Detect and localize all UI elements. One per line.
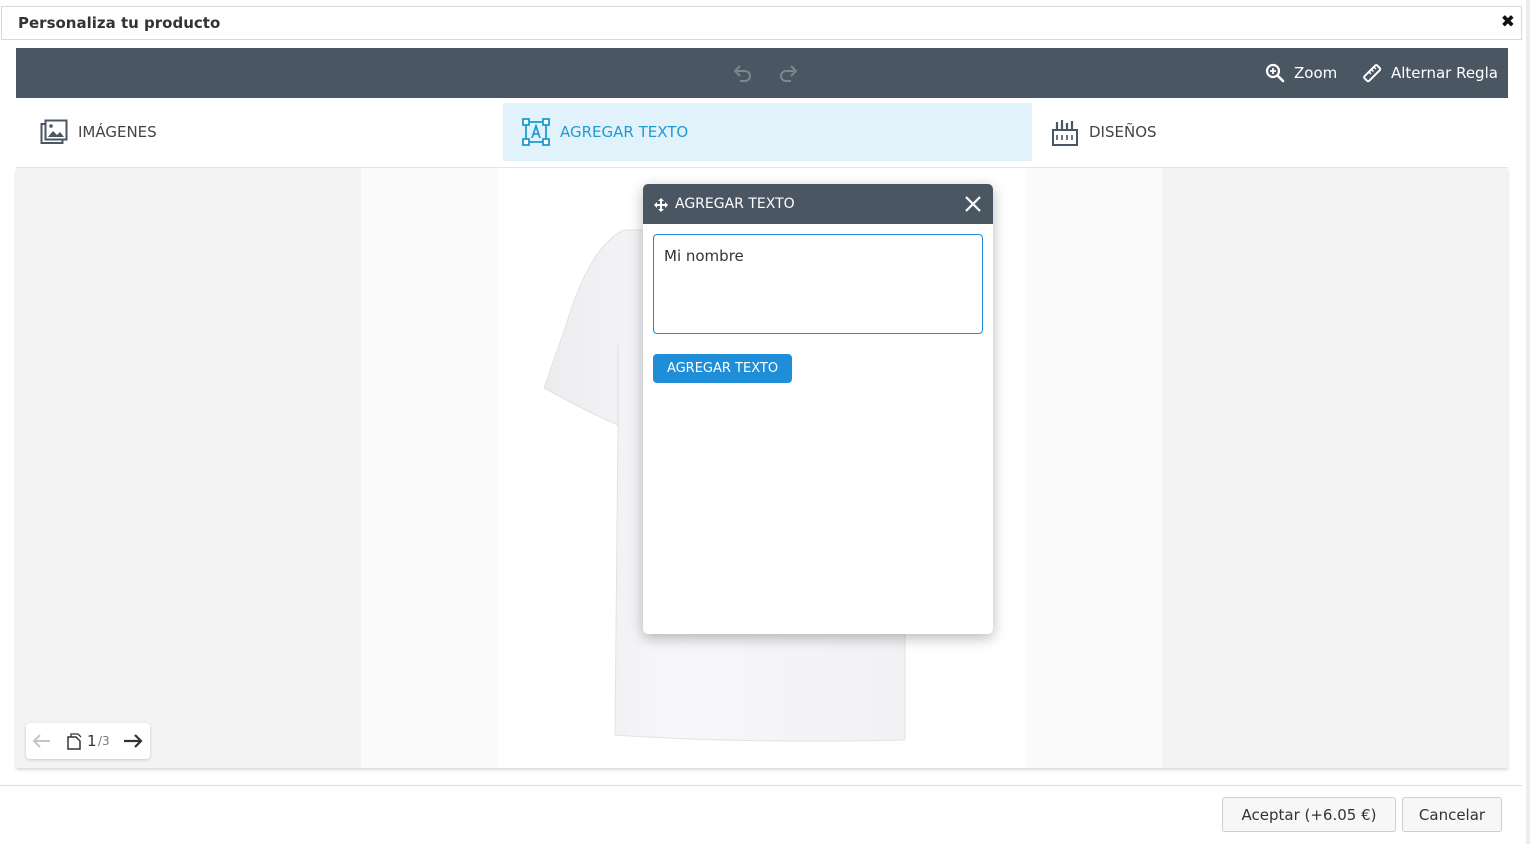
accept-button[interactable]: Aceptar (+6.05 €) (1222, 797, 1396, 832)
window-scrollbar[interactable] (1526, 0, 1530, 844)
footer-divider (0, 785, 1522, 786)
arrow-right-icon[interactable] (122, 732, 144, 754)
cancel-button[interactable]: Cancelar (1402, 797, 1502, 832)
editor-toolbar: Zoom Alternar Regla (16, 48, 1508, 98)
images-icon (40, 119, 68, 144)
page-navigator: 1 /3 (26, 723, 150, 759)
arrow-left-icon[interactable] (32, 732, 52, 754)
total-pages: /3 (98, 734, 110, 748)
page-icon (66, 733, 82, 754)
close-icon[interactable]: ✖ (1501, 12, 1515, 32)
zoom-icon (1265, 63, 1285, 83)
tab-designs[interactable]: DISEÑOS (1051, 103, 1491, 161)
zoom-label: Zoom (1294, 64, 1338, 82)
tab-add-text[interactable]: AGREGAR TEXTO (503, 103, 1032, 161)
zoom-button[interactable]: Zoom (1265, 63, 1337, 83)
redo-icon[interactable] (778, 62, 800, 88)
tab-add-text-label: AGREGAR TEXTO (560, 123, 689, 141)
modal-title: Personaliza tu producto (18, 14, 221, 32)
designs-icon (1052, 120, 1078, 146)
ruler-label: Alternar Regla (1391, 64, 1498, 82)
tab-images[interactable]: IMÁGENES (40, 103, 500, 161)
add-text-button[interactable]: AGREGAR TEXTO (653, 354, 792, 383)
tab-designs-label: DISEÑOS (1089, 123, 1157, 141)
tab-images-label: IMÁGENES (78, 123, 157, 141)
dialog-title: AGREGAR TEXTO (675, 196, 795, 212)
ruler-icon (1363, 64, 1382, 83)
text-frame-icon (522, 118, 550, 146)
move-icon[interactable] (654, 197, 668, 216)
tool-tabs: IMÁGENES AGREGAR TEXTO DISEÑOS (16, 98, 1508, 168)
toggle-ruler-button[interactable]: Alternar Regla (1362, 63, 1498, 83)
text-input[interactable]: Mi nombre (653, 234, 983, 334)
undo-icon[interactable] (731, 62, 753, 88)
close-icon[interactable] (964, 195, 982, 217)
add-text-dialog: AGREGAR TEXTO Mi nombre AGREGAR TEXTO (643, 184, 993, 634)
dialog-header[interactable]: AGREGAR TEXTO (643, 184, 993, 224)
current-page: 1 (87, 732, 97, 750)
modal-header: Personaliza tu producto ✖ (1, 6, 1522, 40)
